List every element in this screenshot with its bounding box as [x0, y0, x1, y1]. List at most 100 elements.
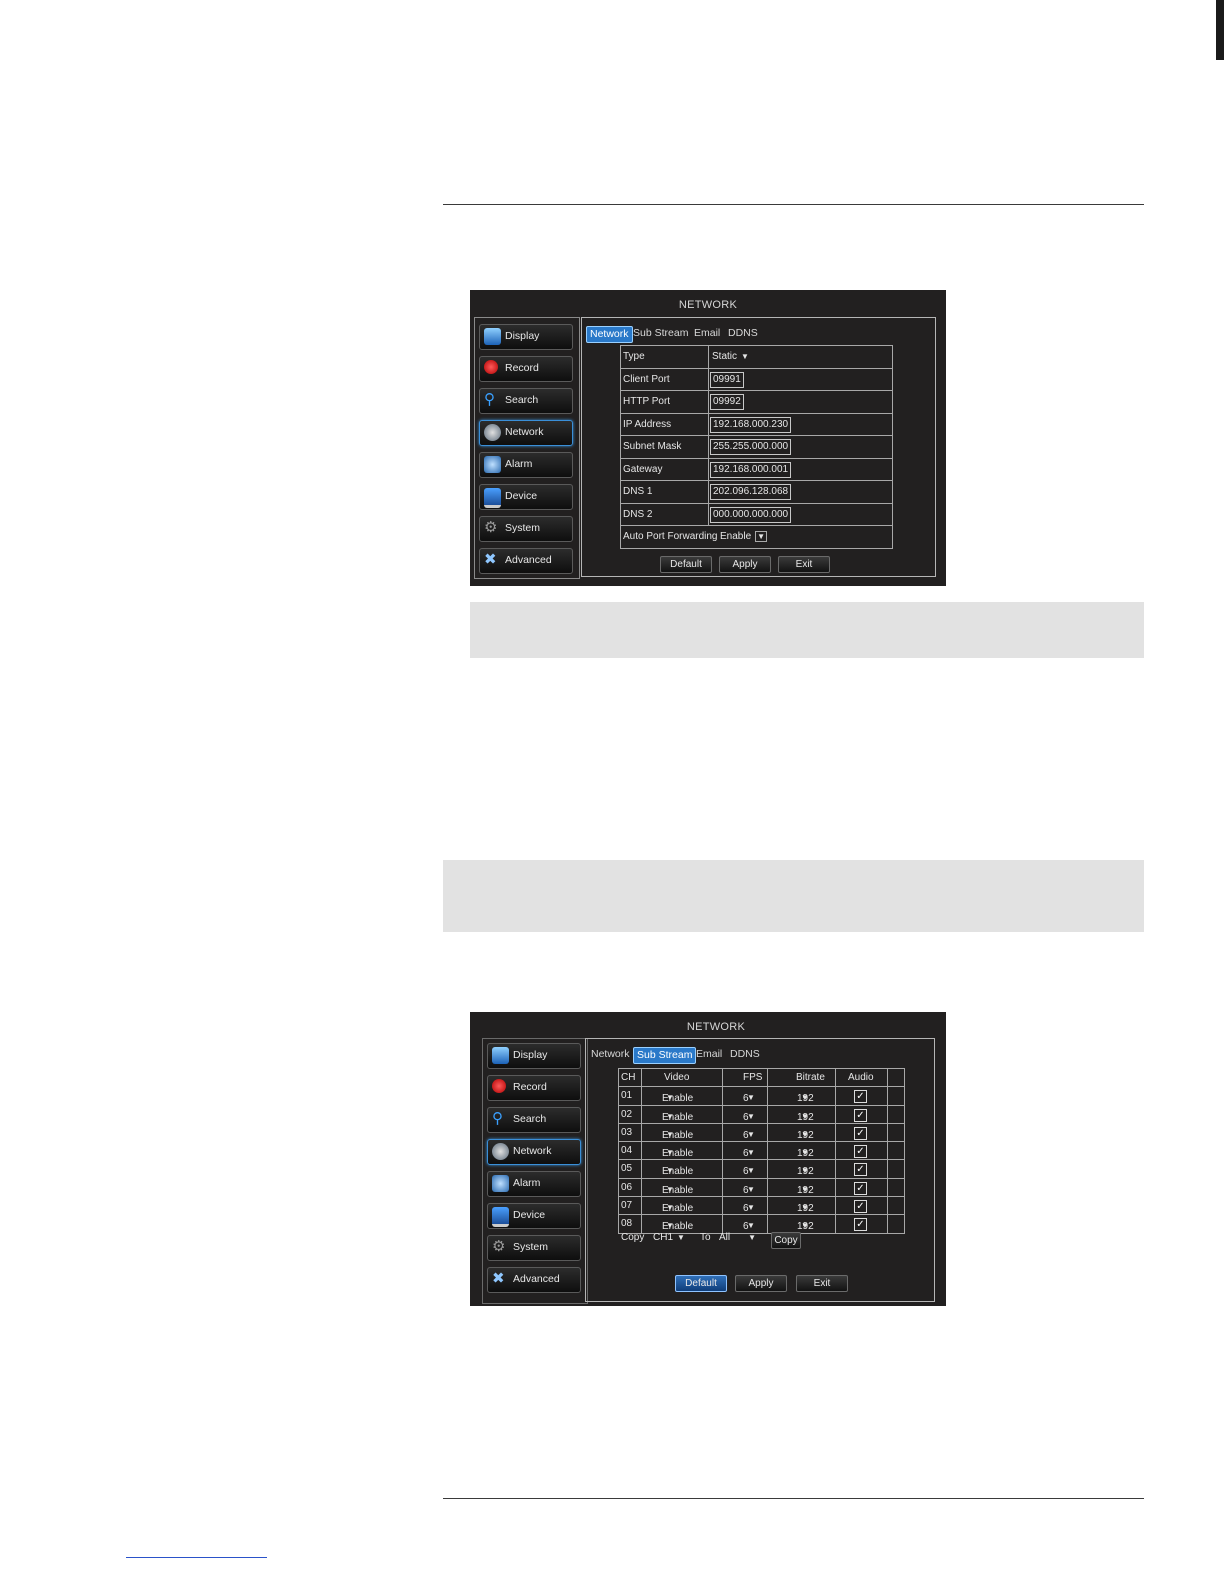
- client-port-row: Client Port 09991: [621, 368, 892, 391]
- menu-record-button[interactable]: Record: [479, 356, 573, 382]
- default-button[interactable]: Default: [675, 1275, 727, 1292]
- copy-to-select[interactable]: All ▼: [719, 1232, 756, 1243]
- monitor-icon: [484, 328, 501, 345]
- menu-label: Record: [513, 1081, 547, 1093]
- audio-checkbox[interactable]: ✓: [854, 1218, 867, 1232]
- settings-panel: Network Sub Stream Email DDNS CH Video F…: [585, 1038, 935, 1302]
- chevron-down-icon: ▼: [801, 1166, 809, 1176]
- chevron-down-icon: ▼: [741, 352, 749, 361]
- window-title: NETWORK: [678, 299, 738, 311]
- http-port-input[interactable]: 09992: [710, 394, 744, 410]
- menu-system-button[interactable]: ⚙ System: [479, 516, 573, 542]
- copy-from-select[interactable]: CH1 ▼: [653, 1232, 685, 1243]
- ip-address-row: IP Address 192.168.000.230: [621, 413, 892, 436]
- gears-icon: ⚙: [484, 519, 498, 536]
- menu-device-button[interactable]: Device: [487, 1203, 581, 1229]
- exit-button[interactable]: Exit: [778, 556, 830, 573]
- tab-network[interactable]: Network: [588, 1047, 633, 1062]
- cell-ch: 04: [621, 1145, 633, 1157]
- audio-checkbox[interactable]: ✓: [854, 1145, 867, 1159]
- menu-device-button[interactable]: Device: [479, 484, 573, 510]
- tab-ddns[interactable]: DDNS: [725, 326, 761, 341]
- col-header-audio: Audio: [848, 1072, 874, 1083]
- type-row: Type Static ▼: [621, 346, 892, 369]
- apply-button[interactable]: Apply: [719, 556, 771, 573]
- table-row: 06 Enable ▼ 6 ▼ 192 ▼ ✓: [619, 1178, 904, 1198]
- alarm-icon: [484, 456, 501, 473]
- header-rule: [443, 204, 1144, 205]
- cell-ch: 06: [621, 1181, 633, 1193]
- menu-advanced-button[interactable]: ✖ Advanced: [479, 548, 573, 574]
- menu-label: Advanced: [505, 554, 552, 566]
- tab-sub-stream[interactable]: Sub Stream: [633, 1047, 697, 1064]
- ip-address-input[interactable]: 192.168.000.230: [710, 416, 792, 433]
- footer-link-underline[interactable]: [126, 1557, 267, 1558]
- auto-port-forwarding-select[interactable]: Enable ▼: [720, 531, 768, 542]
- menu-search-button[interactable]: ⚲ Search: [479, 388, 573, 414]
- copy-button[interactable]: Copy: [771, 1232, 801, 1249]
- client-port-input[interactable]: 09991: [710, 371, 744, 388]
- tab-network[interactable]: Network: [586, 326, 633, 343]
- menu-label: Display: [513, 1049, 548, 1061]
- gateway-input[interactable]: 192.168.000.001: [710, 461, 792, 478]
- chevron-down-icon: ▼: [677, 1233, 685, 1242]
- tab-ddns[interactable]: DDNS: [727, 1047, 763, 1062]
- menu-alarm-button[interactable]: Alarm: [487, 1171, 581, 1197]
- table-row: 02 Enable ▼ 6 ▼ 192 ▼ ✓: [619, 1105, 904, 1124]
- table-row: 07 Enable ▼ 6 ▼ 192 ▼ ✓: [619, 1197, 904, 1216]
- chevron-down-icon: ▼: [801, 1111, 809, 1121]
- menu-display-button[interactable]: Display: [479, 324, 573, 350]
- menu-display-button[interactable]: Display: [487, 1043, 581, 1069]
- subnet-mask-input[interactable]: 255.255.000.000: [710, 439, 792, 455]
- menu-system-button[interactable]: ⚙ System: [487, 1235, 581, 1261]
- tab-email[interactable]: Email: [691, 326, 723, 341]
- chevron-down-icon: ▼: [666, 1148, 674, 1158]
- table-row: 01 Enable ▼ 6 ▼ 192 ▼ ✓: [619, 1087, 904, 1106]
- menu-network-button[interactable]: Network: [479, 420, 573, 446]
- network-settings-table: Type Static ▼ Client Port 09991 HTTP Port…: [620, 345, 893, 549]
- audio-checkbox[interactable]: ✓: [854, 1181, 867, 1195]
- field-label: Auto Port Forwarding: [623, 531, 718, 542]
- exit-button[interactable]: Exit: [796, 1275, 848, 1292]
- col-header-bitrate: Bitrate: [796, 1072, 825, 1083]
- menu-label: Device: [505, 490, 538, 502]
- type-value: Static: [712, 351, 738, 362]
- sub-stream-table: CH Video FPS Bitrate Audio 01 Enable ▼ 6 ▼ 19…: [618, 1068, 905, 1234]
- type-select[interactable]: Static ▼: [712, 351, 749, 362]
- globe-icon: [492, 1143, 509, 1160]
- dns1-input[interactable]: 202.096.128.068: [710, 484, 792, 500]
- audio-checkbox[interactable]: ✓: [854, 1090, 867, 1104]
- tools-icon: ✖: [484, 551, 497, 568]
- col-header-video: Video: [664, 1072, 690, 1083]
- audio-checkbox[interactable]: ✓: [854, 1126, 867, 1140]
- table-row: 08 Enable ▼ 6 ▼ 192 ▼ ✓: [619, 1215, 904, 1233]
- menu-label: Record: [505, 362, 539, 374]
- menu-advanced-button[interactable]: ✖ Advanced: [487, 1267, 581, 1293]
- menu-record-button[interactable]: Record: [487, 1075, 581, 1101]
- col-header-fps: FPS: [743, 1072, 763, 1083]
- dns1-row: DNS 1 202.096.128.068: [621, 481, 892, 504]
- footer-rule: [443, 1498, 1144, 1499]
- table-row: 04 Enable ▼ 6 ▼ 192 ▼ ✓: [619, 1142, 904, 1161]
- default-button[interactable]: Default: [660, 556, 712, 573]
- chevron-down-icon: ▼: [666, 1129, 674, 1139]
- auto-port-forwarding-row: Auto Port Forwarding Enable ▼: [621, 526, 892, 548]
- menu-alarm-button[interactable]: Alarm: [479, 452, 573, 478]
- audio-checkbox[interactable]: ✓: [854, 1108, 867, 1122]
- chevron-down-icon: ▼: [801, 1203, 809, 1213]
- menu-search-button[interactable]: ⚲ Search: [487, 1107, 581, 1133]
- tab-email[interactable]: Email: [693, 1047, 725, 1062]
- gateway-row: Gateway 192.168.000.001: [621, 458, 892, 481]
- gears-icon: ⚙: [492, 1238, 506, 1255]
- chevron-down-icon: ▼: [755, 531, 768, 542]
- menu-network-button[interactable]: Network: [487, 1139, 581, 1165]
- apply-button[interactable]: Apply: [735, 1275, 787, 1292]
- field-label: Subnet Mask: [623, 441, 682, 452]
- tab-sub-stream[interactable]: Sub Stream: [630, 326, 691, 341]
- network-screenshot-2: NETWORK Display Record ⚲ Search Network …: [470, 1012, 946, 1306]
- audio-checkbox[interactable]: ✓: [854, 1163, 867, 1177]
- audio-checkbox[interactable]: ✓: [854, 1200, 867, 1214]
- menu-label: Advanced: [513, 1273, 560, 1285]
- dns2-input[interactable]: 000.000.000.000: [710, 506, 792, 523]
- cell-ch: 08: [621, 1218, 633, 1230]
